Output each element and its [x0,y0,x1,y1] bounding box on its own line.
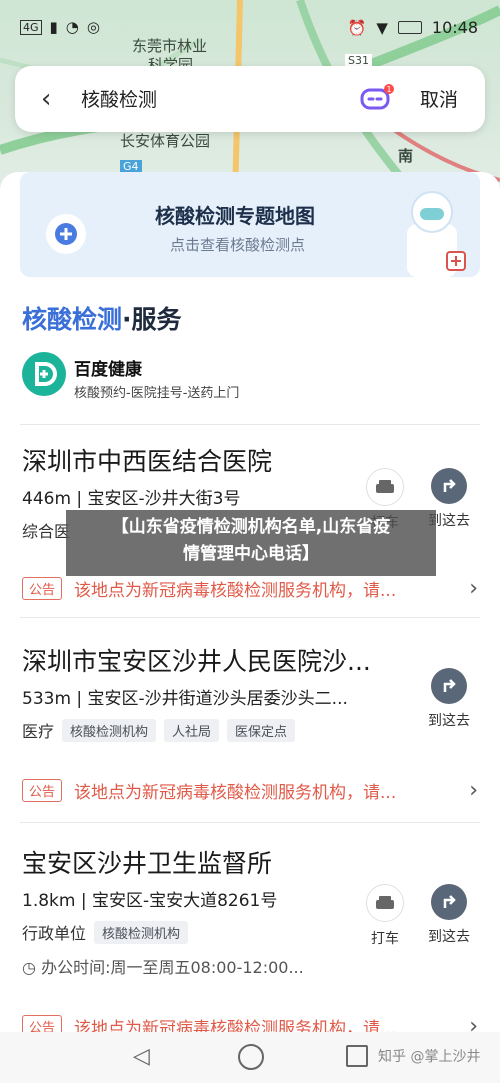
item-name[interactable]: 深圳市中西医结合医院 [22,442,272,478]
section-title-rest: ·服务 [122,305,182,334]
map-label: 南 [398,147,414,165]
notice-row[interactable]: 公告 该地点为新冠病毒核酸检测服务机构，请... [22,778,396,803]
item-category-label: 综合医 [22,522,71,541]
item-category: 行政单位 核酸检测机构 [22,920,189,944]
sim-4g-icon: 4G [20,19,42,35]
notice-badge: 公告 [22,577,63,600]
partner-name: 百度健康 [74,360,142,380]
go-here-button[interactable]: 到这去 [428,884,470,946]
battery-icon [397,21,422,34]
office-hours-text: 办公时间:周一至周五08:00-12:00... [41,958,304,977]
route-arrow-icon [431,668,467,704]
nav-back-icon[interactable]: ◁ [133,1044,150,1069]
back-arrow-icon[interactable]: ‹ [41,84,71,114]
topic-map-banner[interactable]: 核酸检测专题地图 点击查看核酸检测点 [20,172,480,277]
go-here-label: 到这去 [428,713,470,729]
baidu-health-logo-icon [22,352,66,396]
taxi-label: 打车 [371,931,399,947]
status-bar: 4G ▮ ◔ ◎ ⏰ ▼ 10:48 [0,0,500,58]
map-label: 长安体育公园 [120,132,211,150]
route-arrow-icon [431,468,467,504]
item-category: 医疗 核酸检测机构 人社局 医保定点 [22,718,296,742]
search-query[interactable]: 核酸检测 [81,85,157,112]
divider [20,617,480,618]
wifi-signal-icon: ▼ [376,18,388,37]
article-title-overlay: 【山东省疫情检测机构名单,山东省疫 情管理中心电话】 [66,510,436,576]
system-nav-bar: ◁ 知乎 @掌上沙井 [0,1032,500,1083]
wifi-icon: ◔ [65,18,79,36]
notice-text: 该地点为新冠病毒核酸检测服务机构，请... [74,783,397,803]
section-title-highlight: 核酸检测 [22,305,123,334]
watermark: 知乎 @掌上沙井 [378,1049,481,1065]
item-category: 综合医 [22,518,70,542]
overlay-line-1: 【山东省疫情检测机构名单,山东省疫 [111,517,391,537]
item-address: 446m | 宝安区-沙井大街3号 [22,489,241,509]
divider [20,822,480,823]
taxi-button[interactable]: 打车 [366,884,404,948]
item-name[interactable]: 宝安区沙井卫生监督所 [22,844,272,880]
chevron-right-icon[interactable]: › [469,576,478,601]
results-panel[interactable]: 核酸检测专题地图 点击查看核酸检测点 核酸检测·服务 百度健康 核酸预约-医院挂… [0,172,500,1039]
banner-subtitle: 点击查看核酸检测点 [170,236,306,254]
item-address: 533m | 宝安区-沙井街道沙头居委沙头二... [22,689,348,709]
map-pin-icon [46,214,86,254]
item-tag: 人社局 [164,718,220,742]
bot-badge-count: 1 [386,85,391,94]
search-bar[interactable]: ‹ 核酸检测 1 取消 [15,66,485,132]
partner-description: 核酸预约-医院挂号-送药上门 [74,386,240,401]
item-tag: 核酸检测机构 [62,718,157,742]
item-tag: 核酸检测机构 [94,920,189,944]
result-item[interactable]: 深圳市宝安区沙井人民医院沙... 533m | 宝安区-沙井街道沙头居委沙头二.… [0,632,500,812]
item-name[interactable]: 深圳市宝安区沙井人民医院沙... [22,642,371,678]
medic-illustration-icon [407,191,466,277]
nav-home-icon[interactable] [238,1044,264,1070]
taxi-icon [366,468,404,506]
overlay-line-2: 情管理中心电话】 [183,544,319,564]
status-left: 4G ▮ ◔ ◎ [20,18,100,36]
partner-baidu-health[interactable]: 百度健康 核酸预约-医院挂号-送药上门 [22,352,482,408]
clock-icon: ◷ [22,958,36,977]
assistant-bot-icon[interactable]: 1 [360,84,394,112]
office-hours: ◷ 办公时间:周一至周五08:00-12:00... [22,954,304,978]
status-time: 10:48 [431,18,478,37]
item-address: 1.8km | 宝安区-宝安大道8261号 [22,891,278,911]
go-here-button[interactable]: 到这去 [428,668,470,730]
route-arrow-icon [431,884,467,920]
location-icon: ◎ [86,18,100,36]
item-tag: 医保定点 [227,718,296,742]
divider [20,424,480,425]
nav-recent-apps-icon[interactable] [346,1045,368,1067]
chevron-right-icon[interactable]: › [469,778,478,803]
alarm-icon: ⏰ [347,18,367,37]
taxi-icon [366,884,404,922]
banner-title: 核酸检测专题地图 [155,204,315,228]
signal-icon: ▮ [49,18,58,36]
notice-text: 该地点为新冠病毒核酸检测服务机构，请... [74,581,397,601]
item-category-label: 医疗 [22,722,55,741]
notice-badge: 公告 [22,779,63,802]
item-category-label: 行政单位 [22,924,87,943]
status-right: ⏰ ▼ 10:48 [348,18,478,37]
cancel-button[interactable]: 取消 [420,85,458,112]
result-item[interactable]: 宝安区沙井卫生监督所 1.8km | 宝安区-宝安大道8261号 行政单位 核酸… [0,834,500,1039]
section-title: 核酸检测·服务 [22,300,182,336]
go-here-label: 到这去 [428,929,470,945]
notice-row[interactable]: 公告 该地点为新冠病毒核酸检测服务机构，请... [22,576,396,601]
